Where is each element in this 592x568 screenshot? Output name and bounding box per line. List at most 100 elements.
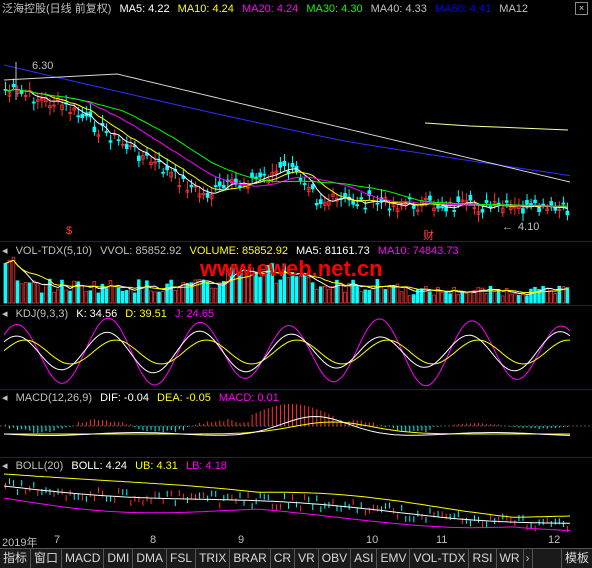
volume-bar xyxy=(104,288,109,304)
candle-body xyxy=(440,205,444,209)
kdj-header: ◂ KDJ(9,3,3) K: 34.56 D: 39.51 J: 24.65 xyxy=(2,307,219,321)
volume-bar xyxy=(460,292,464,304)
tab-window[interactable]: 窗口 xyxy=(31,549,63,568)
volume-bar xyxy=(209,287,214,304)
macd-panel[interactable]: ◂ MACD(12,26,9) DIF: -0.04 DEA: -0.05 MA… xyxy=(0,390,592,456)
volume-bar xyxy=(387,285,392,304)
candle-body xyxy=(521,208,525,214)
tab-trix[interactable]: TRIX xyxy=(196,549,231,568)
tab-scroll-right-icon[interactable]: › xyxy=(524,549,533,568)
tab-vol-tdx[interactable]: VOL-TDX xyxy=(410,549,470,568)
tab-template[interactable]: 模板 xyxy=(560,549,592,568)
tab-rsi[interactable]: RSI xyxy=(469,549,497,568)
volume-bar xyxy=(31,280,36,304)
volume-bar xyxy=(476,287,481,304)
candle-body xyxy=(282,160,287,166)
volume-bar xyxy=(23,282,28,304)
candle-body xyxy=(456,196,461,203)
vol-title: VOL-TDX(5,10) xyxy=(15,245,93,257)
boll-header: ◂ BOLL(20) BOLL: 4.24 UB: 4.31 LB: 4.18 xyxy=(2,459,232,473)
tab-emv[interactable]: EMV xyxy=(377,549,411,568)
candle-body xyxy=(221,184,226,189)
volume-bar xyxy=(428,291,432,304)
event-marker-dollar[interactable]: $ xyxy=(66,225,72,237)
volume-bar xyxy=(363,289,367,304)
volume-bar xyxy=(185,282,190,304)
candle-body xyxy=(387,208,392,211)
candle-body xyxy=(278,162,283,168)
volume-bar xyxy=(407,295,412,304)
tab-indicator[interactable]: 指标 xyxy=(0,549,32,568)
kdj-k-value: K: 34.56 xyxy=(76,308,118,320)
tab-obv[interactable]: OBV xyxy=(319,549,352,568)
tab-dma[interactable]: DMA xyxy=(133,549,168,568)
volume-bar xyxy=(278,279,283,304)
candle-body xyxy=(76,115,81,118)
volume-bar xyxy=(44,283,48,304)
volume-bar xyxy=(411,294,416,304)
volume-panel[interactable]: ◂ VOL-TDX(5,10) VVOL: 85852.92 VOLUME: 8… xyxy=(0,242,592,304)
volume-bar xyxy=(88,290,93,304)
candle-body xyxy=(525,199,529,205)
tab-brar[interactable]: BRAR xyxy=(230,549,271,568)
volume-bar xyxy=(565,287,570,304)
volume-bar xyxy=(517,294,521,304)
boll-ub-line xyxy=(3,473,571,518)
volume-value: VOLUME: 85852.92 xyxy=(189,245,288,257)
volume-bar xyxy=(145,280,149,304)
boll-title: BOLL(20) xyxy=(15,460,64,472)
candle-body xyxy=(238,185,242,188)
boll-panel[interactable]: ◂ BOLL(20) BOLL: 4.24 UB: 4.31 LB: 4.18 xyxy=(0,458,592,534)
tab-vr[interactable]: VR xyxy=(295,549,319,568)
kdj-title: KDJ(9,3,3) xyxy=(15,308,69,320)
price-panel[interactable]: 泛海控股(日线 前复权) MA5: 4.22 MA10: 4.24 MA20: … xyxy=(0,0,592,242)
candle-body xyxy=(375,202,380,205)
tab-fsl[interactable]: FSL xyxy=(167,549,197,568)
volume-bar xyxy=(137,279,141,304)
volume-bar xyxy=(331,285,335,304)
volume-bar xyxy=(375,279,380,304)
volume-bar xyxy=(52,291,56,304)
volume-bar xyxy=(383,289,388,304)
tab-cr[interactable]: CR xyxy=(271,549,296,568)
volume-bar xyxy=(112,285,117,304)
tab-macd[interactable]: MACD xyxy=(62,549,105,568)
volume-bar xyxy=(318,286,323,304)
kdj-panel[interactable]: ◂ KDJ(9,3,3) K: 34.56 D: 39.51 J: 24.65 xyxy=(0,306,592,388)
tab-asi[interactable]: ASI xyxy=(351,549,378,568)
volume-bar xyxy=(161,290,165,304)
close-icon[interactable]: × xyxy=(575,2,588,15)
volume-bar xyxy=(525,295,529,304)
volume-bar xyxy=(367,289,372,304)
axis-label-7: 7 xyxy=(54,534,61,546)
kdj-j-value: J: 24.65 xyxy=(174,308,215,320)
volume-bar xyxy=(533,286,537,304)
volume-bar xyxy=(92,281,97,304)
candle-body xyxy=(411,205,416,209)
volume-bar xyxy=(391,285,396,304)
volume-bar xyxy=(327,288,331,304)
candle-body xyxy=(351,200,355,205)
candle-body xyxy=(116,139,121,142)
volume-indicator-icon: ◂ xyxy=(2,245,8,257)
candle-body xyxy=(504,200,509,203)
tab-wr[interactable]: WR xyxy=(497,549,524,568)
volume-bar xyxy=(60,279,64,304)
ma30-line xyxy=(5,89,568,207)
volume-bar xyxy=(153,291,157,304)
date-axis: 2019年 7 8 9 10 11 12 xyxy=(0,534,592,549)
candle-body xyxy=(565,210,570,216)
axis-label-9: 9 xyxy=(238,534,245,546)
candle-body xyxy=(549,201,554,206)
volume-bar xyxy=(108,279,113,304)
tab-dmi[interactable]: DMI xyxy=(104,549,134,568)
volume-bar xyxy=(217,284,222,304)
volume-bar xyxy=(120,290,125,304)
volume-bar xyxy=(274,282,279,304)
macd-dif-value: DIF: -0.04 xyxy=(100,392,149,404)
volume-bar xyxy=(7,259,12,304)
candle-body xyxy=(250,172,254,178)
ma10-line xyxy=(5,89,568,208)
volume-bar xyxy=(3,262,8,304)
volume-bar xyxy=(468,290,473,304)
